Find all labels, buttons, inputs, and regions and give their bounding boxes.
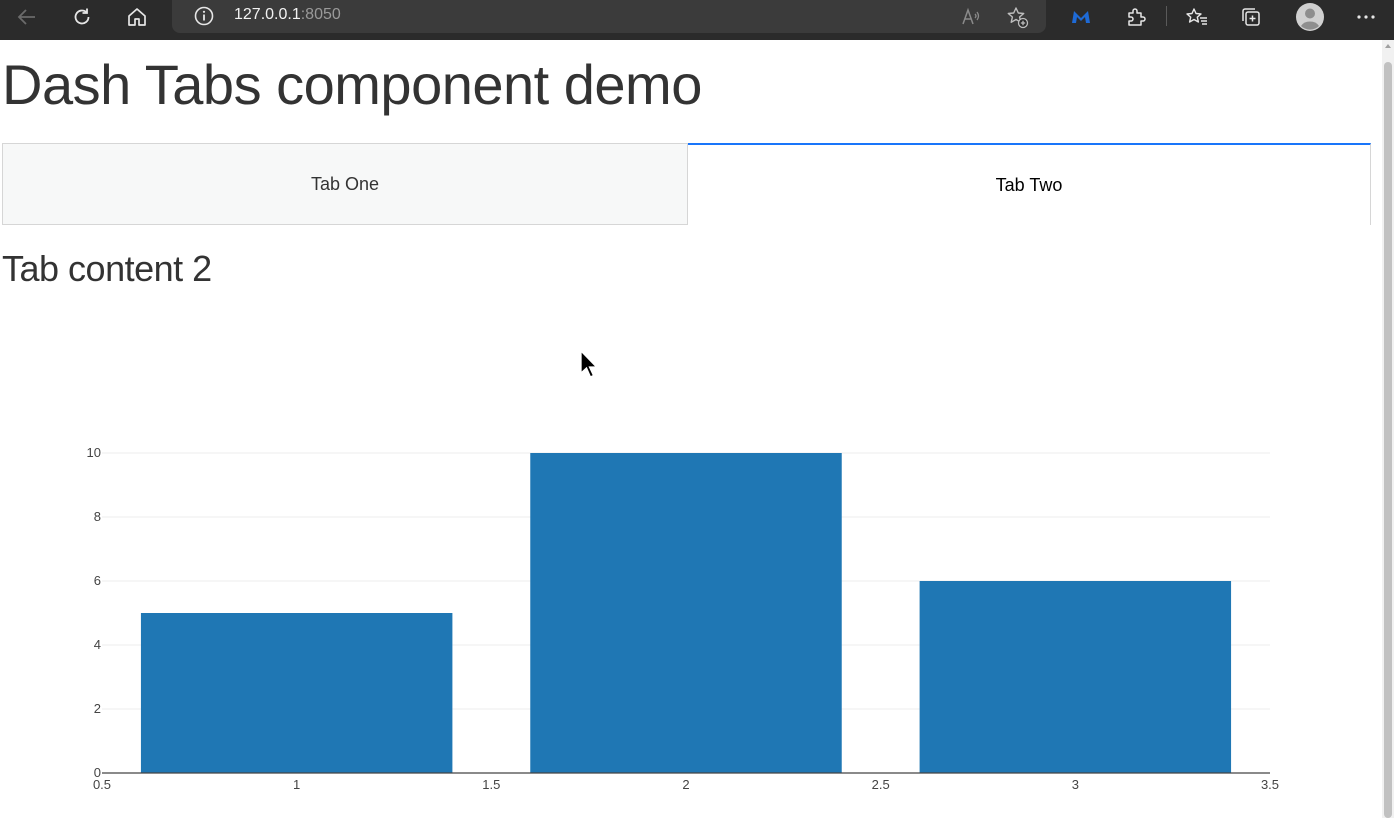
collections-icon (1242, 8, 1260, 26)
home-icon (128, 8, 146, 26)
home-button[interactable] (119, 2, 155, 32)
tab-one-label: Tab One (310, 173, 380, 194)
puzzle-icon (1128, 8, 1146, 26)
scrollbar-thumb[interactable] (1384, 62, 1392, 818)
back-button[interactable] (9, 2, 45, 32)
read-aloud-icon (962, 7, 980, 25)
malwarebytes-icon (1072, 11, 1090, 23)
tab-two[interactable]: Tab Two (688, 143, 1371, 225)
page-title: Dash Tabs component demo (2, 53, 702, 116)
x-tick-label: 2.5 (872, 777, 890, 792)
y-tick-label: 8 (94, 509, 101, 524)
y-tick-label: 10 (87, 445, 101, 460)
scroll-up-arrow-icon[interactable] (1385, 44, 1391, 48)
x-tick-label: 2 (682, 777, 689, 792)
add-favorite-button[interactable] (999, 2, 1035, 32)
more-dots-icon (1357, 15, 1375, 19)
x-tick-label: 1 (293, 777, 300, 792)
profile-button[interactable] (1292, 2, 1328, 32)
url-text[interactable]: 127.0.0.1:8050 (234, 6, 341, 24)
bar (140, 613, 453, 773)
x-tick-label: 3.5 (1261, 777, 1279, 792)
tab-one[interactable]: Tab One (2, 143, 688, 225)
favorites-button[interactable] (1179, 2, 1215, 32)
malwarebytes-extension-button[interactable] (1063, 2, 1099, 32)
star-add-icon (1007, 7, 1029, 29)
read-aloud-button[interactable] (954, 2, 990, 32)
settings-menu-button[interactable] (1348, 2, 1384, 32)
mouse-cursor-icon (580, 350, 599, 378)
bar (919, 581, 1232, 773)
y-tick-label: 6 (94, 573, 101, 588)
back-arrow-icon (17, 9, 35, 25)
bar-chart: 02468100.5 1 1.5 2 2.5 3 3.5 (87, 445, 1280, 792)
browser-toolbar: 127.0.0.1:8050 (0, 0, 1394, 40)
y-tick-label: 2 (94, 701, 101, 716)
toolbar-separator (1166, 6, 1167, 26)
refresh-icon (74, 8, 90, 25)
avatar-icon (1296, 3, 1324, 31)
url-port: :8050 (300, 6, 341, 23)
bar (530, 453, 842, 773)
favorites-icon (1186, 8, 1207, 25)
url-host: 127.0.0.1 (234, 6, 301, 23)
site-info-icon (194, 6, 214, 26)
tab-content-heading: Tab content 2 (2, 248, 212, 289)
collections-button[interactable] (1234, 2, 1270, 32)
y-tick-label: 4 (94, 637, 101, 652)
x-tick-label: 0.5 (93, 777, 111, 792)
refresh-button[interactable] (64, 2, 100, 32)
extensions-button[interactable] (1118, 2, 1154, 32)
x-tick-label: 3 (1072, 777, 1079, 792)
tab-two-label: Tab Two (995, 174, 1063, 195)
x-tick-label: 1.5 (482, 777, 500, 792)
